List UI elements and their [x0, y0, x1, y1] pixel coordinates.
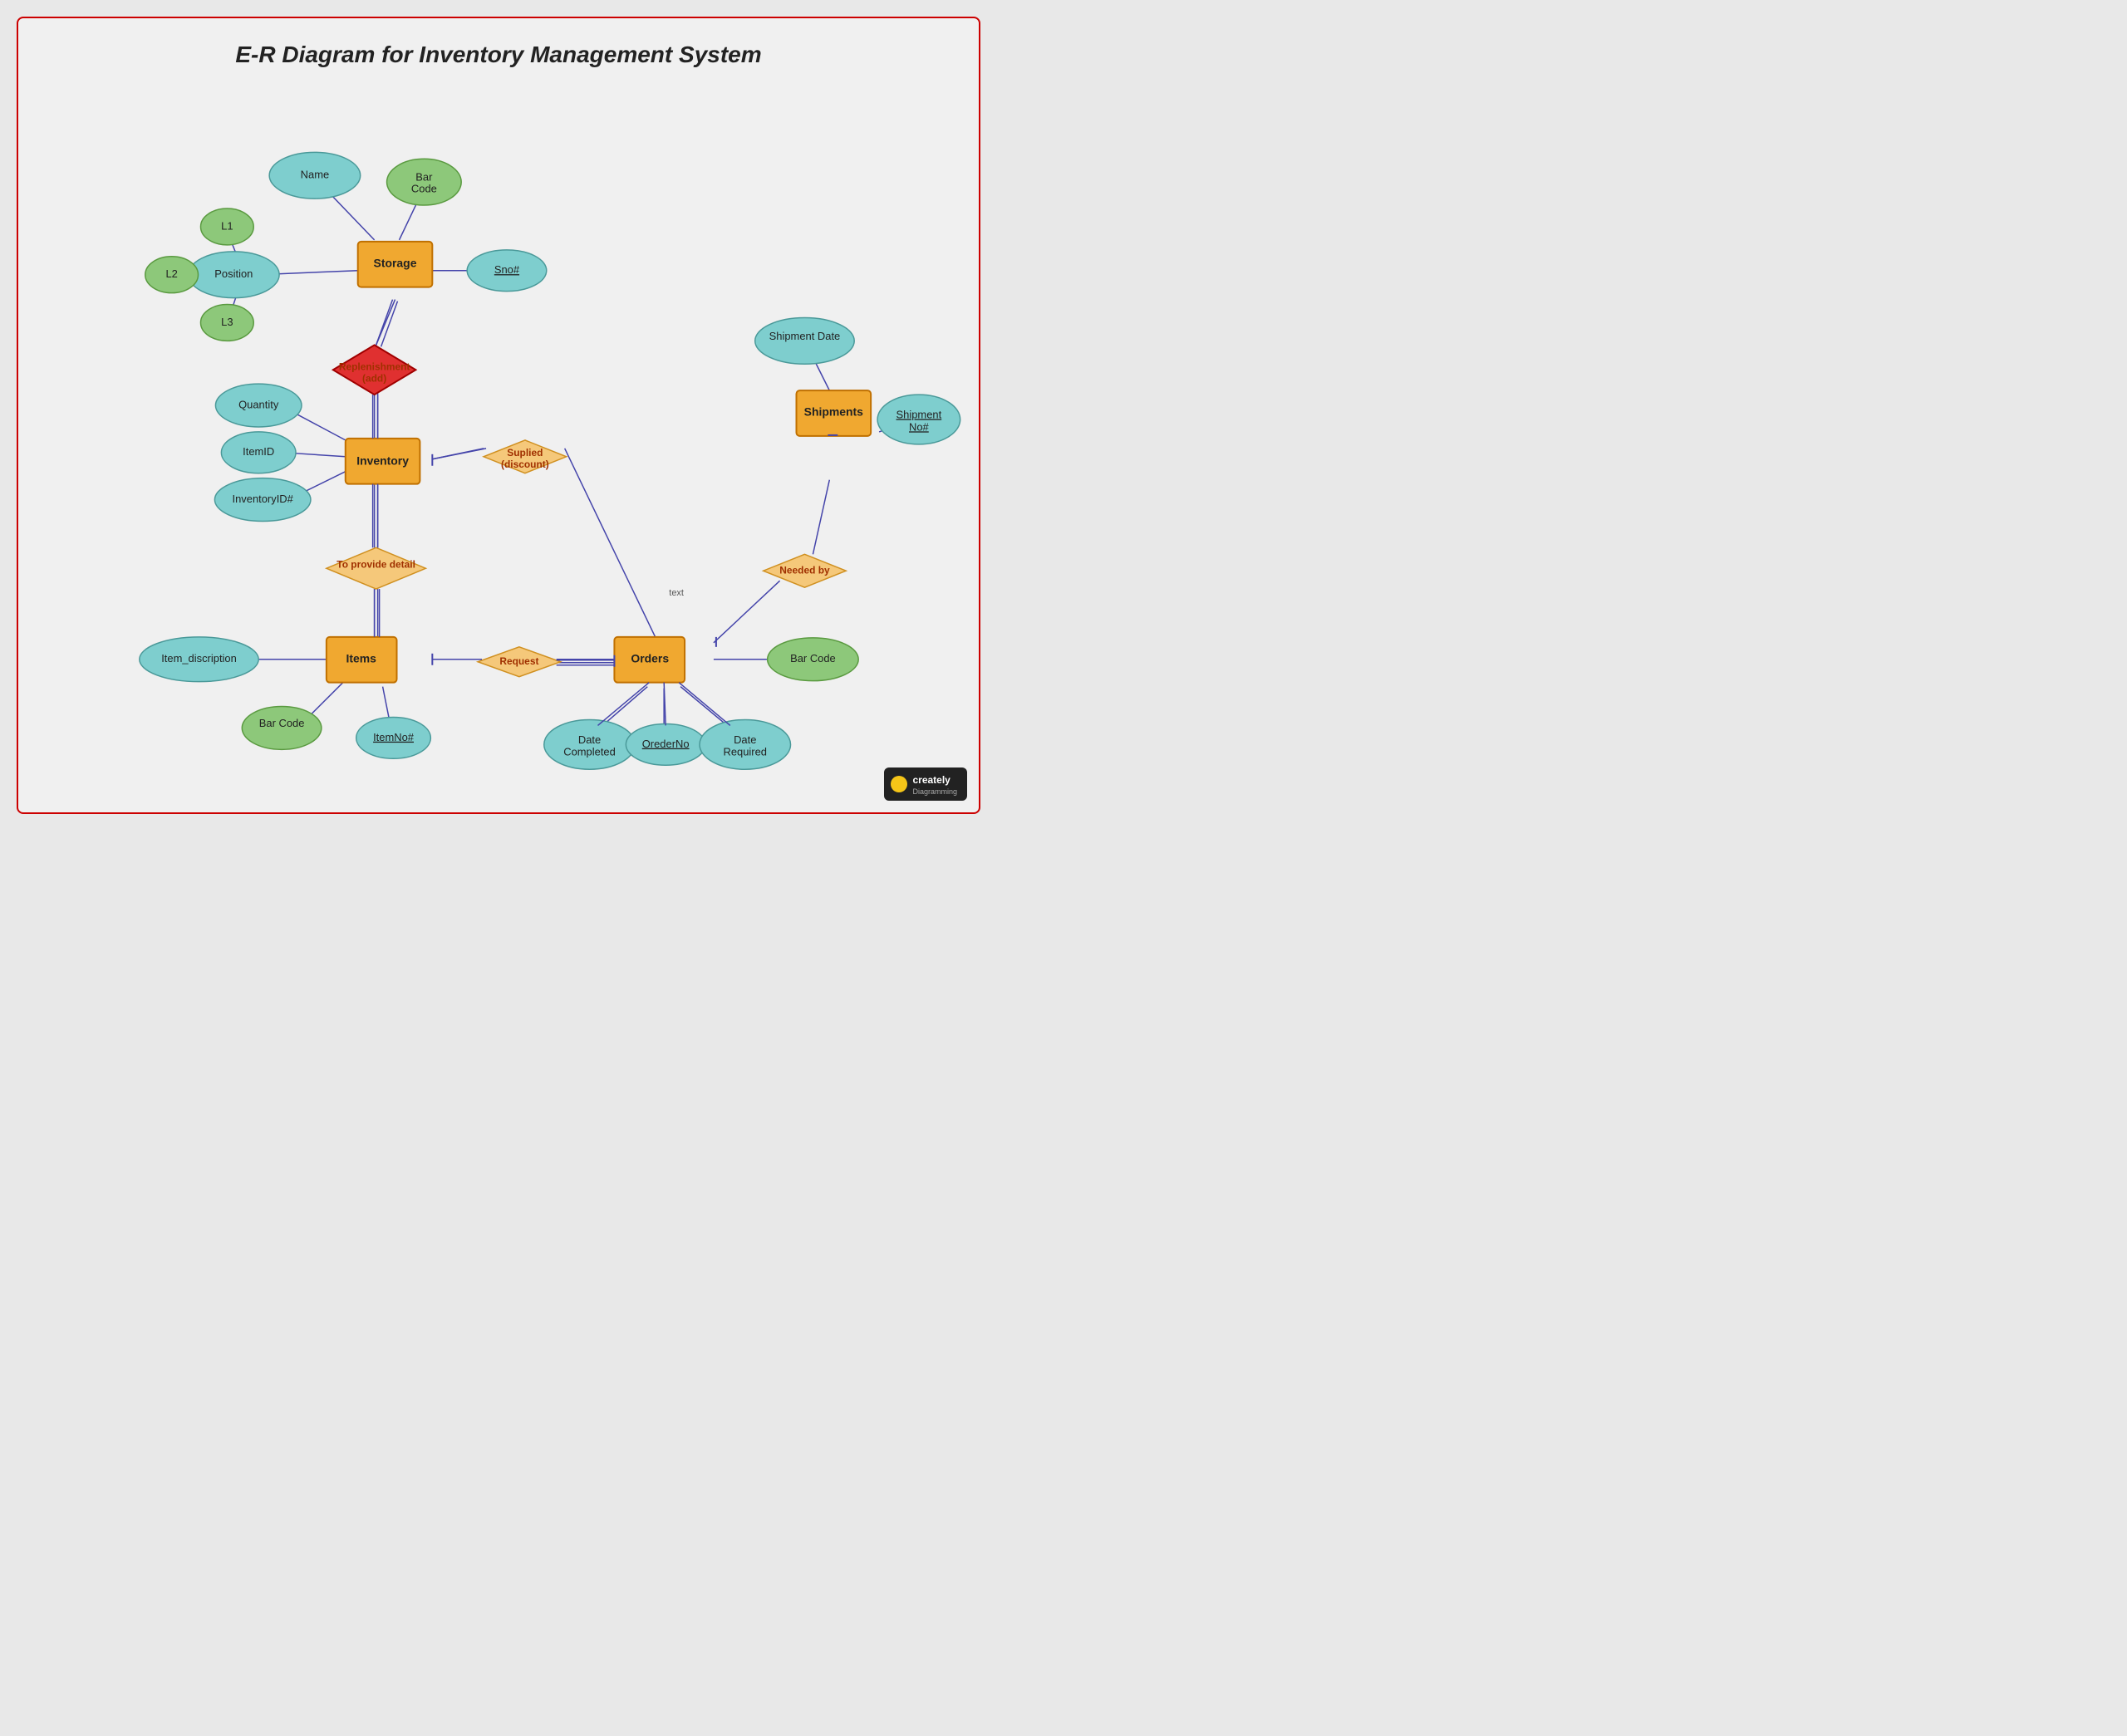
rel-toprovide-label: To provide detail	[336, 558, 415, 570]
entity-items-label: Items	[346, 651, 376, 664]
rel-supplied-label2: (discount)	[501, 459, 549, 470]
entity-storage-label: Storage	[374, 256, 417, 269]
attr-barcode-top-label: Bar	[415, 171, 433, 184]
attr-position-label: Position	[214, 267, 253, 280]
attr-quantity-label: Quantity	[238, 398, 279, 410]
entity-orders-label: Orders	[631, 651, 669, 664]
rel-request-label: Request	[499, 655, 538, 667]
attr-itemno-label: ItemNo#	[373, 731, 415, 743]
watermark-brand: creately	[912, 774, 950, 786]
attr-date-required-label2: Required	[724, 746, 768, 758]
rel-neededby-label: Needed by	[779, 564, 830, 576]
attr-l3-label: L3	[221, 316, 233, 328]
attr-name-label: Name	[301, 169, 330, 181]
attr-shipment-no-label2: No#	[909, 420, 930, 433]
attr-date-completed-label: Date	[578, 733, 601, 746]
attr-barcode-items-label: Bar Code	[259, 717, 305, 729]
attr-shipment-no-label: Shipment	[896, 408, 942, 420]
rel-supplied-label: Suplied	[507, 447, 543, 459]
attr-orderno-label: OrederNo	[642, 738, 690, 750]
attr-date-completed-label2: Completed	[563, 746, 616, 758]
attr-date-required-label: Date	[734, 733, 756, 746]
diagram-container: E-R Diagram for Inventory Management Sys…	[17, 17, 980, 814]
watermark-bulb-icon	[891, 776, 907, 792]
svg-text:text: text	[669, 588, 684, 598]
watermark-sub: Diagramming	[912, 787, 957, 796]
attr-barcode-top-label2: Code	[411, 183, 437, 195]
attr-l2-label: L2	[165, 267, 177, 280]
attr-l1-label: L1	[221, 219, 233, 232]
entity-inventory-label: Inventory	[356, 454, 409, 467]
entity-shipments-label: Shipments	[804, 405, 863, 419]
attr-inventoryid-label: InventoryID#	[233, 493, 294, 505]
attr-item-desc-label: Item_discription	[161, 652, 237, 664]
watermark: creately Diagramming	[884, 767, 967, 801]
rel-replenishment-label2: (add)	[362, 372, 386, 384]
attr-shipment-date-label: Shipment Date	[769, 330, 841, 342]
rel-replenishment-label: Replenishment	[339, 360, 410, 372]
attr-sno-label: Sno#	[494, 263, 520, 276]
attr-barcode-orders-label: Bar Code	[790, 652, 836, 664]
attr-itemid-label: ItemID	[243, 445, 274, 458]
